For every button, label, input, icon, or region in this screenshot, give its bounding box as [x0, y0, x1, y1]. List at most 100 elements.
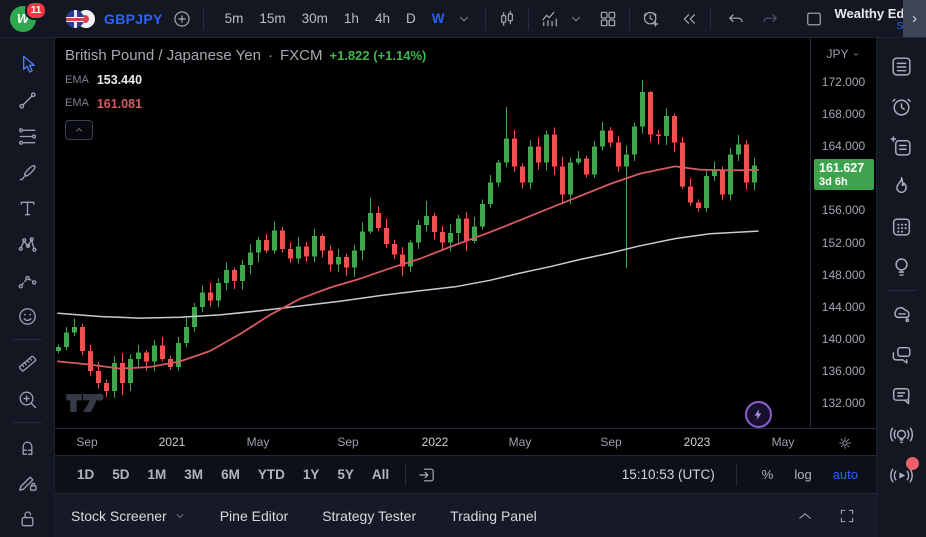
divider — [405, 464, 406, 486]
candle — [520, 166, 525, 182]
magnet-mode-tool-icon[interactable] — [8, 428, 46, 464]
candle — [368, 213, 373, 231]
indicator-name[interactable]: EMA — [65, 75, 89, 86]
chevron-down-icon[interactable] — [174, 510, 186, 522]
streams-icon[interactable] — [883, 455, 921, 495]
range-1d-button[interactable]: 1D — [69, 463, 102, 486]
text-tool-icon[interactable] — [8, 190, 46, 226]
candle — [328, 251, 333, 265]
pattern-tool-icon[interactable] — [8, 226, 46, 262]
timeframe-W[interactable]: W — [425, 7, 452, 30]
toolbar-divider — [12, 422, 42, 423]
timeframe-5m[interactable]: 5m — [218, 7, 251, 30]
range-5y-button[interactable]: 5Y — [329, 463, 362, 486]
range-6m-button[interactable]: 6M — [213, 463, 248, 486]
layout-grid-icon[interactable] — [595, 6, 621, 32]
candle — [544, 134, 549, 162]
symbol-search-button[interactable]: GBPJPY — [60, 5, 169, 33]
range-3m-button[interactable]: 3M — [176, 463, 211, 486]
range-1m-button[interactable]: 1M — [140, 463, 175, 486]
candle — [608, 130, 613, 142]
tab-strategy-tester[interactable]: Strategy Tester — [322, 508, 416, 524]
broadcasts-icon[interactable] — [883, 415, 921, 455]
price-tick-label: 136.000 — [811, 364, 876, 378]
divider — [203, 8, 204, 30]
candle — [656, 134, 661, 136]
tab-stock-screener[interactable]: Stock Screener — [71, 508, 186, 524]
bar-replay-icon[interactable] — [676, 6, 702, 32]
expand-panel-chevron-up-icon[interactable] — [792, 503, 818, 529]
ideas-icon[interactable] — [883, 246, 921, 286]
candle — [736, 145, 741, 155]
minds-icon[interactable] — [883, 295, 921, 335]
percent-scale-button[interactable]: % — [758, 465, 778, 484]
candle — [512, 138, 517, 166]
lock-all-drawings-tool-icon[interactable] — [8, 500, 46, 536]
timeframe-4h[interactable]: 4h — [368, 7, 397, 30]
trend-line-tool-icon[interactable] — [8, 82, 46, 118]
symbol-title[interactable]: British Pound / Japanese Yen — [65, 48, 261, 63]
timeframe-30m[interactable]: 30m — [295, 7, 335, 30]
price-axis[interactable]: JPY 172.000168.000164.000156.000152.0001… — [810, 38, 876, 428]
candle — [528, 146, 533, 182]
measure-tool-icon[interactable] — [8, 345, 46, 381]
fib-retracement-tool-icon[interactable] — [8, 118, 46, 154]
undo-icon[interactable] — [723, 6, 749, 32]
timeframe-1h[interactable]: 1h — [337, 7, 366, 30]
go-to-date-icon[interactable] — [414, 462, 440, 488]
range-all-button[interactable]: All — [364, 463, 397, 486]
candle — [632, 126, 637, 154]
emoji-tool-icon[interactable] — [8, 298, 46, 334]
indicator-name[interactable]: EMA — [65, 98, 89, 109]
notes-icon[interactable] — [883, 126, 921, 166]
candle — [624, 154, 629, 166]
range-1y-button[interactable]: 1Y — [295, 463, 328, 486]
tab-pine-editor[interactable]: Pine Editor — [220, 508, 288, 524]
auto-scale-button[interactable]: auto — [829, 465, 862, 484]
calendar-icon[interactable] — [883, 206, 921, 246]
chart-settings-gear-icon[interactable] — [834, 432, 856, 454]
compare-add-icon[interactable] — [169, 6, 195, 32]
layout-square-icon[interactable] — [801, 6, 827, 32]
hotlists-icon[interactable] — [883, 166, 921, 206]
session-clock[interactable]: 15:10:53 (UTC) — [622, 467, 715, 482]
range-5d-button[interactable]: 5D — [104, 463, 137, 486]
instant-trading-lightning-icon[interactable] — [745, 401, 772, 428]
sidebar-divider — [887, 290, 917, 291]
tab-trading-panel[interactable]: Trading Panel — [450, 508, 537, 524]
candle — [304, 247, 309, 257]
cursor-tool-icon[interactable] — [8, 46, 46, 82]
watchlist-icon[interactable] — [883, 46, 921, 86]
divider — [710, 8, 711, 30]
stay-in-drawing-mode-tool-icon[interactable] — [8, 464, 46, 500]
forecast-tool-icon[interactable] — [8, 262, 46, 298]
range-ytd-button[interactable]: YTD — [250, 463, 293, 486]
time-axis[interactable]: Sep2021MaySep2022MaySep2023May — [55, 428, 876, 455]
legend-collapse-button[interactable] — [65, 120, 93, 140]
private-messages-icon[interactable] — [883, 375, 921, 415]
candlestick-style-icon[interactable] — [494, 6, 520, 32]
brush-tool-icon[interactable] — [8, 154, 46, 190]
panel-toggle-icon[interactable]: › — [903, 0, 926, 37]
zoom-in-tool-icon[interactable] — [8, 381, 46, 417]
candle — [712, 170, 717, 176]
timeframe-D[interactable]: D — [399, 7, 423, 30]
redo-icon[interactable] — [757, 6, 783, 32]
chart-canvas[interactable]: British Pound / Japanese Yen · FXCM +1.8… — [55, 38, 810, 428]
axis-currency-selector[interactable]: JPY — [826, 47, 860, 61]
alerts-icon[interactable] — [883, 86, 921, 126]
wealthy-education-logo[interactable]: W 11 — [10, 4, 44, 34]
log-scale-button[interactable]: log — [790, 465, 815, 484]
fullscreen-icon[interactable] — [834, 503, 860, 529]
indicators-icon[interactable] — [537, 6, 563, 32]
dot-separator: · — [268, 48, 273, 63]
timeframe-15m[interactable]: 15m — [252, 7, 292, 30]
tradingview-app: W 11 GBPJPY 5m15m30m1h4hDW Wealthy Educ.… — [0, 0, 926, 537]
timeframe-chevron-down-icon[interactable] — [451, 6, 477, 32]
candle — [208, 292, 213, 300]
public-chats-icon[interactable] — [883, 335, 921, 375]
time-tick-label: May — [247, 435, 270, 449]
alert-plus-icon[interactable] — [638, 6, 664, 32]
indicators-chevron-down-icon[interactable] — [563, 6, 589, 32]
candle — [440, 232, 445, 242]
